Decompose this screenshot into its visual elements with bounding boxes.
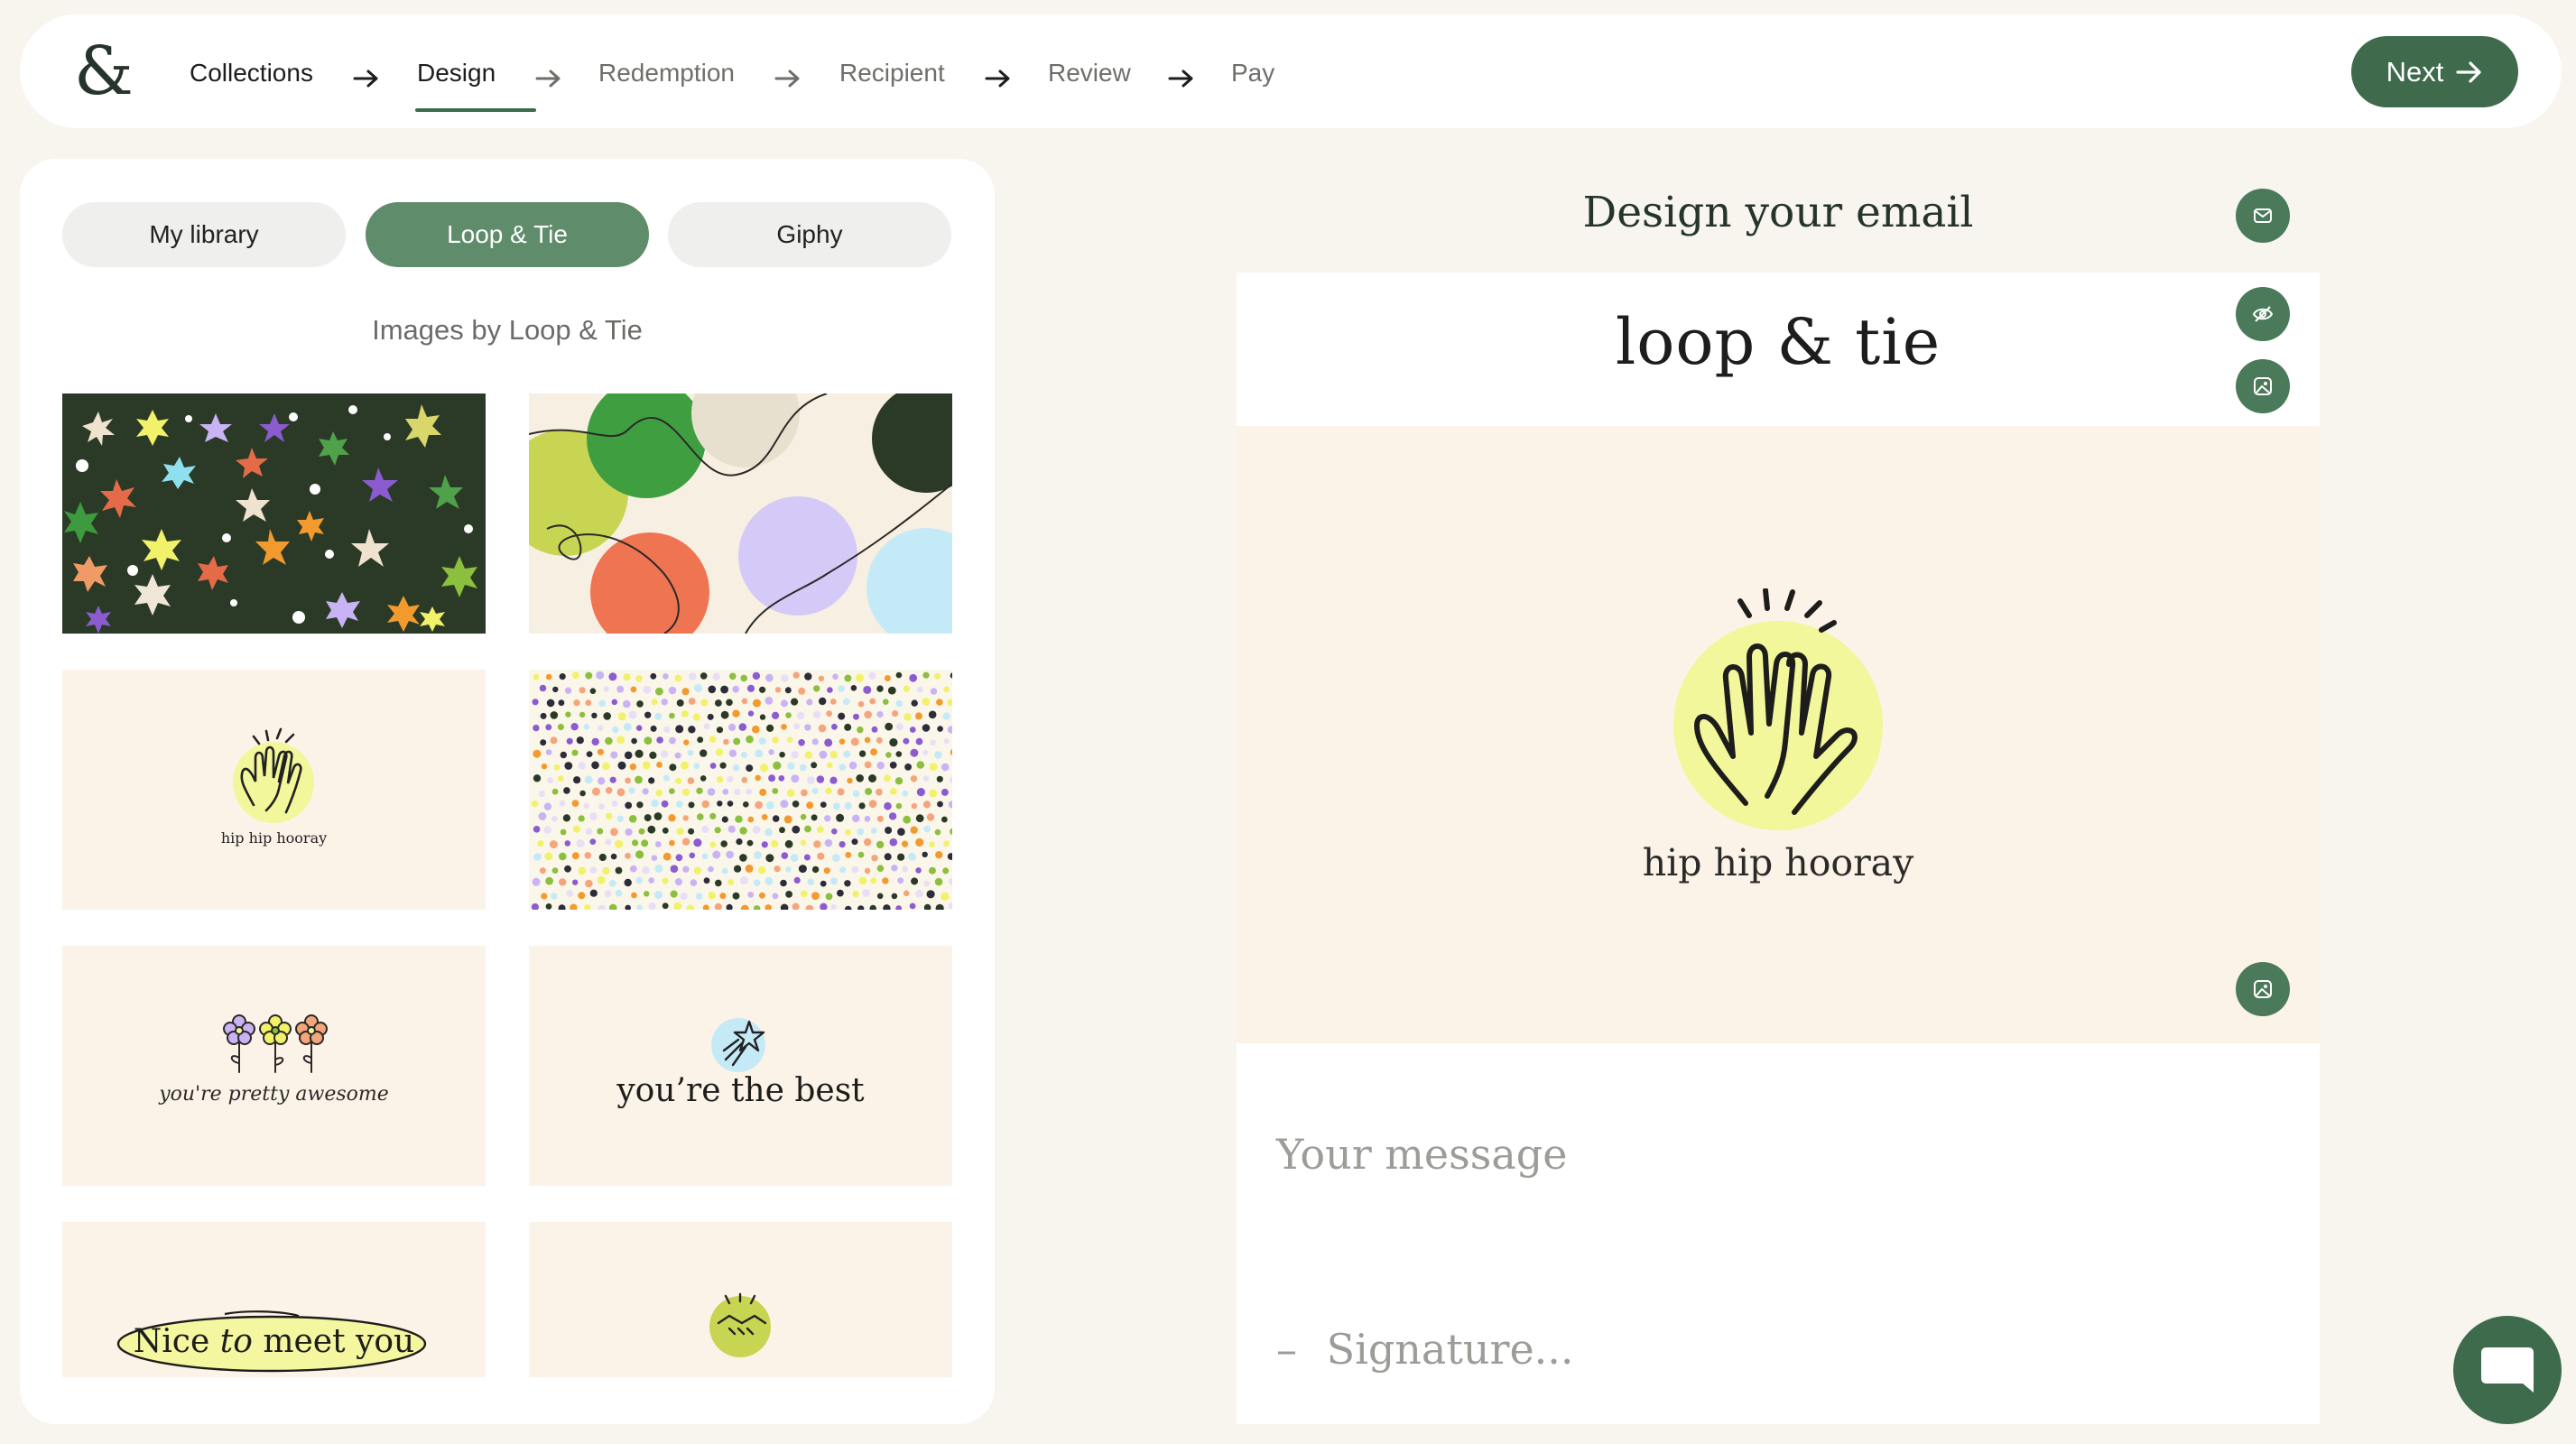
image-card-colorful-circles[interactable] bbox=[529, 393, 952, 634]
image-card-star-confetti[interactable] bbox=[62, 393, 486, 634]
email-settings-button[interactable] bbox=[2236, 189, 2290, 243]
arrow-right-icon bbox=[985, 69, 1010, 88]
next-button[interactable]: Next bbox=[2351, 36, 2518, 107]
arrow-right-icon bbox=[353, 69, 378, 88]
active-step-indicator bbox=[415, 108, 536, 112]
polka-dots-illustration bbox=[531, 671, 952, 910]
image-card-youre-the-best[interactable]: you’re the best bbox=[529, 946, 952, 1186]
email-icon bbox=[2254, 208, 2272, 223]
message-input[interactable]: Your message bbox=[1276, 1130, 1567, 1179]
step-redemption[interactable]: Redemption bbox=[598, 58, 735, 88]
image-card-nice-to-meet-you[interactable]: Nice to meet you bbox=[62, 1222, 486, 1377]
hide-icon bbox=[2252, 306, 2274, 322]
card-caption: you're pretty awesome bbox=[159, 1083, 389, 1106]
email-hero-image[interactable]: hip hip hooray bbox=[1237, 426, 2320, 1043]
image-card-hip-hip-hooray[interactable]: hip hip hooray bbox=[62, 670, 486, 910]
shooting-star-illustration bbox=[711, 1018, 765, 1072]
image-icon bbox=[2254, 377, 2272, 395]
high-five-hands-illustration bbox=[1673, 588, 1883, 830]
library-section-title: Images by Loop & Tie bbox=[372, 314, 643, 346]
brand-wordmark: loop & tie bbox=[1615, 305, 1941, 379]
chat-support-button[interactable] bbox=[2453, 1316, 2562, 1424]
handshake-illustration bbox=[709, 1292, 771, 1357]
image-library-panel: My library Loop & Tie Giphy Images by Lo… bbox=[20, 159, 995, 1424]
arrow-right-icon bbox=[535, 69, 561, 88]
arrow-right-icon bbox=[1168, 69, 1193, 88]
three-flowers-illustration bbox=[223, 1014, 328, 1073]
step-collections[interactable]: Collections bbox=[190, 58, 313, 88]
card-caption: you’re the best bbox=[616, 1072, 865, 1109]
email-header-section[interactable]: loop & tie bbox=[1237, 273, 2320, 426]
image-card-polka-dots[interactable] bbox=[529, 670, 952, 910]
signature-input[interactable]: – Signature... bbox=[1276, 1325, 1574, 1374]
chat-bubble-icon bbox=[2481, 1347, 2534, 1393]
next-button-label: Next bbox=[2386, 55, 2444, 88]
signature-placeholder: Signature... bbox=[1326, 1325, 1574, 1374]
image-card-pretty-awesome[interactable]: you're pretty awesome bbox=[62, 946, 486, 1186]
high-five-hands-illustration bbox=[233, 727, 314, 823]
image-icon bbox=[2254, 980, 2272, 998]
tab-loop-and-tie[interactable]: Loop & Tie bbox=[366, 202, 649, 267]
caption-word-to: to bbox=[219, 1323, 253, 1360]
arrow-right-icon bbox=[774, 69, 800, 88]
card-caption: hip hip hooray bbox=[220, 829, 328, 847]
step-pay[interactable]: Pay bbox=[1231, 58, 1274, 88]
card-caption: Nice to meet you bbox=[62, 1323, 486, 1360]
step-review[interactable]: Review bbox=[1048, 58, 1131, 88]
hero-caption: hip hip hooray bbox=[1642, 841, 1914, 884]
colorful-circles-illustration bbox=[529, 393, 952, 634]
caption-word-meet-you: meet you bbox=[263, 1323, 415, 1360]
step-recipient[interactable]: Recipient bbox=[839, 58, 945, 88]
arrow-right-icon bbox=[2456, 60, 2481, 83]
hide-header-button[interactable] bbox=[2236, 287, 2290, 341]
top-navigation-bar: & Collections Design Redemption Recipien… bbox=[20, 14, 2562, 128]
tab-my-library[interactable]: My library bbox=[62, 202, 346, 267]
email-body-section: Your message – Signature... bbox=[1237, 1043, 2320, 1424]
loop-and-tie-logo[interactable]: & bbox=[74, 32, 134, 110]
step-design[interactable]: Design bbox=[417, 58, 496, 88]
image-grid: hip hip hooray you're pretty awesome you… bbox=[62, 393, 952, 1377]
change-hero-image-button[interactable] bbox=[2236, 962, 2290, 1016]
change-header-image-button[interactable] bbox=[2236, 359, 2290, 413]
caption-word-nice: Nice bbox=[133, 1323, 210, 1360]
editor-title: Design your email bbox=[1582, 188, 1974, 237]
tab-giphy[interactable]: Giphy bbox=[668, 202, 951, 267]
image-card-welcome-team[interactable] bbox=[529, 1222, 952, 1377]
star-confetti-illustration bbox=[64, 404, 477, 634]
signature-dash: – bbox=[1276, 1325, 1297, 1374]
